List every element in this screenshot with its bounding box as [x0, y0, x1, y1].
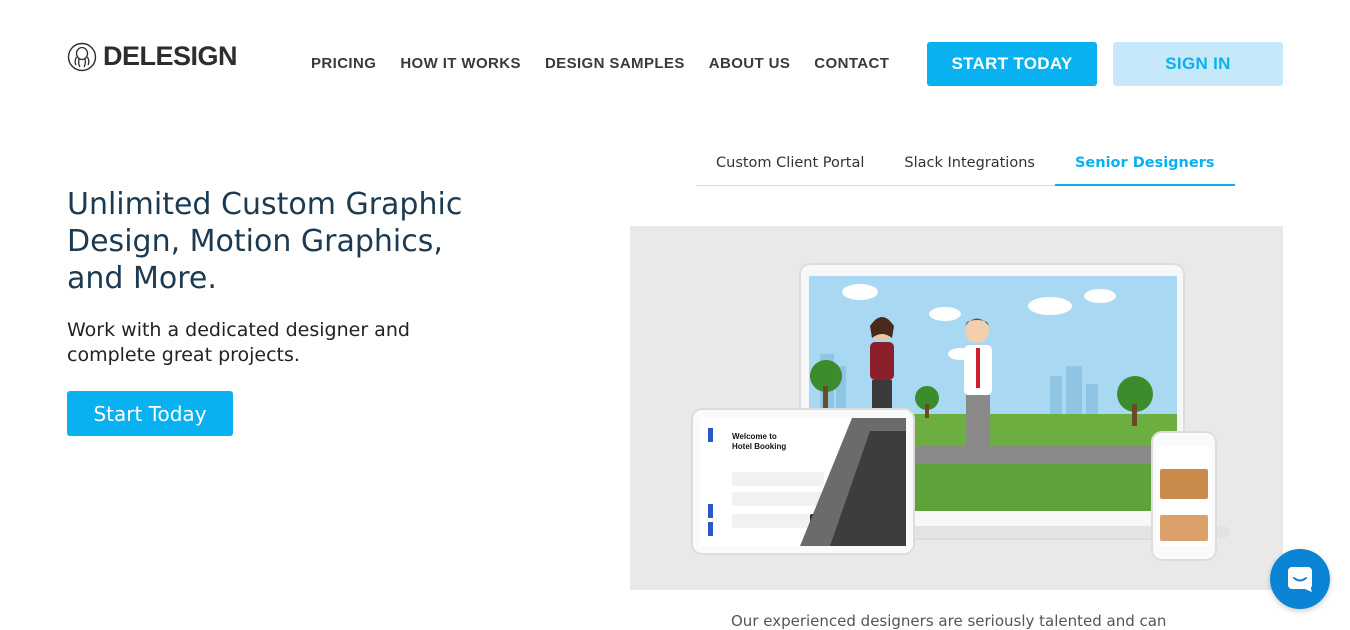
- nav-item-about-us[interactable]: ABOUT US: [709, 55, 791, 72]
- start-today-header-button[interactable]: START TODAY: [927, 42, 1097, 86]
- nav-item-pricing[interactable]: PRICING: [311, 55, 376, 72]
- tablet-heading: Welcome to: [732, 432, 777, 441]
- hero-title: Unlimited Custom Graphic Design, Motion …: [67, 187, 463, 296]
- tab-caption: Our experienced designers are seriously …: [731, 612, 1167, 630]
- device-mockup-illustration: Welcome to Hotel Booking: [691, 263, 1230, 561]
- main-nav: PRICING HOW IT WORKS DESIGN SAMPLES ABOU…: [311, 55, 913, 72]
- nav-item-how-it-works[interactable]: HOW IT WORKS: [400, 55, 521, 72]
- feature-tabs: Custom Client Portal Slack Integrations …: [696, 140, 1235, 186]
- nav-item-contact[interactable]: CONTACT: [814, 55, 889, 72]
- chat-launcher-button[interactable]: [1270, 549, 1330, 609]
- logo-text: DELESIGN: [103, 41, 238, 71]
- nav-item-design-samples[interactable]: DESIGN SAMPLES: [545, 55, 685, 72]
- showcase-image: Welcome to Hotel Booking: [630, 226, 1283, 590]
- hero-subtitle: Work with a dedicated designer and compl…: [67, 319, 410, 366]
- chat-icon: [1288, 567, 1312, 592]
- sign-in-button[interactable]: SIGN IN: [1113, 42, 1283, 86]
- tab-custom-client-portal[interactable]: Custom Client Portal: [696, 140, 884, 186]
- site-header: DELESIGN PRICING HOW IT WORKS DESIGN SAM…: [0, 0, 1350, 110]
- octopus-logo-icon: [67, 42, 97, 71]
- tablet-heading-line2: Hotel Booking: [732, 442, 786, 451]
- tab-senior-designers[interactable]: Senior Designers: [1054, 140, 1235, 186]
- tab-slack-integrations[interactable]: Slack Integrations: [884, 140, 1055, 186]
- start-today-hero-button[interactable]: Start Today: [67, 391, 233, 436]
- logo[interactable]: DELESIGN: [67, 41, 238, 72]
